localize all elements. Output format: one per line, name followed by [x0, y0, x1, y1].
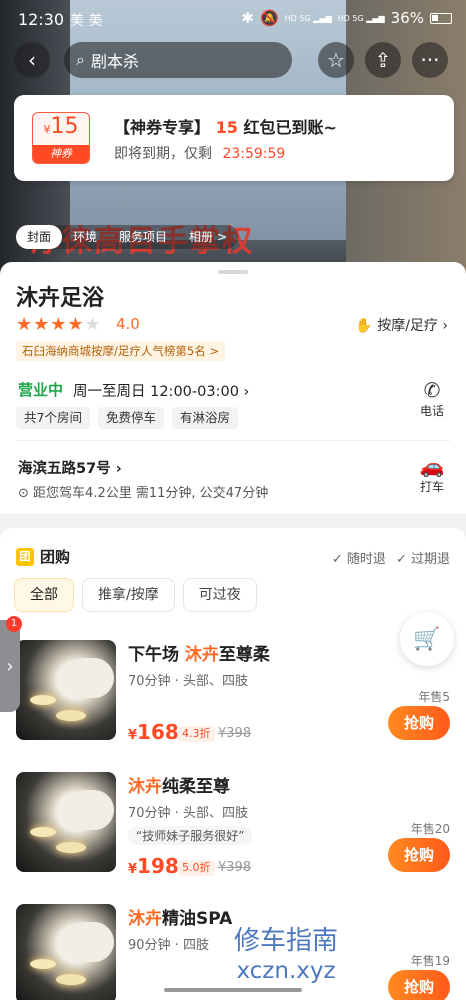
signal-icon-2: HD 5G ▂▄▆	[337, 13, 385, 23]
deal-thumbnail	[16, 772, 116, 872]
bluetooth-icon: ✱	[241, 9, 254, 27]
favorite-button[interactable]: ☆	[318, 42, 354, 78]
search-icon: ⌕	[76, 50, 85, 69]
chip-rooms: 共7个房间	[16, 407, 90, 429]
car-icon: 🚗	[419, 454, 445, 478]
notification-badge: 1	[6, 616, 22, 632]
anytime-refund: ✓ 随时退	[331, 552, 386, 567]
check-circle-icon: ✓	[331, 552, 343, 567]
coupon-card[interactable]: ¥15 神券 【神券专享】 15 红包已到账~ 即将到期，仅剩 23:59:59	[14, 95, 454, 181]
share-button[interactable]: ⇪	[365, 42, 401, 78]
facility-chips: 共7个房间 免费停车 有淋浴房	[16, 407, 238, 429]
chevron-left-icon: ‹	[28, 48, 36, 72]
rating-score: 4.0	[116, 315, 140, 333]
cart-button[interactable]: 🛒	[400, 612, 454, 666]
drag-handle[interactable]	[218, 270, 248, 274]
deal-original-price: ¥398	[218, 726, 252, 741]
guarantees: ✓ 随时退 ✓ 过期退	[332, 548, 450, 567]
cart-icon: 🛒	[413, 626, 441, 652]
business-hours[interactable]: 周一至周日 12:00-03:00 ›	[73, 380, 249, 401]
rank-badge[interactable]: 石臼海纳商城按摩/足疗人气榜第5名 >	[16, 341, 225, 361]
chip-shower: 有淋浴房	[171, 407, 238, 429]
filter-tabs: 全部 推拿/按摩 可过夜	[14, 578, 257, 612]
battery-percent: 36%	[390, 9, 424, 27]
media-tab-environment[interactable]: 环境	[62, 225, 108, 249]
media-tab-services[interactable]: 服务项目	[108, 225, 178, 249]
deal-name: 下午场 沐卉至尊柔	[128, 645, 270, 665]
deal-item[interactable]: 下午场 沐卉至尊柔 70分钟 · 头部、四肢 ¥168 4.3折 ¥398 年售…	[0, 640, 466, 780]
media-tab-cover[interactable]: 封面	[16, 225, 63, 249]
expiry-refund: ✓ 过期退	[395, 552, 450, 567]
chip-parking: 免费停车	[97, 407, 164, 429]
status-carrier: 美 美	[70, 13, 103, 29]
deal-discount: 4.3折	[178, 726, 215, 742]
deal-name: 沐卉纯柔至尊	[128, 777, 230, 797]
deal-price: ¥168	[128, 720, 179, 744]
buy-button[interactable]: 抢购	[388, 970, 450, 1000]
filter-overnight[interactable]: 可过夜	[182, 578, 257, 612]
share-icon: ⇪	[374, 48, 392, 72]
deal-spec: 70分钟 · 头部、四肢	[128, 674, 248, 689]
coupon-badge: ¥15 神券	[32, 112, 90, 164]
status-time: 12:30	[18, 10, 65, 29]
side-drawer-tab[interactable]: ›	[0, 620, 20, 712]
coupon-countdown: 23:59:59	[222, 146, 286, 162]
deal-spec: 90分钟 · 四肢	[128, 938, 209, 953]
check-circle-icon: ✓	[395, 552, 407, 567]
home-indicator[interactable]	[164, 988, 302, 992]
shop-name: 沐卉足浴	[16, 286, 105, 311]
group-buy-section: 团 团购 ✓ 随时退 ✓ 过期退 全部 推拿/按摩 可过夜 下午场 沐卉至尊柔 …	[0, 528, 466, 1000]
taxi-button[interactable]: 🚗 打车	[412, 454, 452, 495]
buy-button[interactable]: 抢购	[388, 838, 450, 872]
phone-icon: ✆	[423, 378, 441, 402]
group-tag-icon: 团	[16, 547, 34, 566]
coupon-title: 【神券专享】 15 红包已到账~	[114, 118, 337, 137]
hand-icon: ✋	[355, 318, 373, 334]
deal-original-price: ¥398	[218, 860, 252, 875]
battery-icon	[430, 12, 452, 24]
signal-icon: HD 5G ▂▄▆	[284, 13, 332, 23]
media-tabs: 封面 环境 服务项目 相册 >	[16, 225, 238, 249]
star-outline-icon: ☆	[327, 48, 345, 72]
shop-address[interactable]: 海滨五路57号 ›	[18, 457, 122, 478]
deal-item[interactable]: 沐卉纯柔至尊 70分钟 · 头部、四肢 “技师妹子服务很好” ¥198 5.0折…	[0, 772, 466, 912]
chevron-right-icon: ›	[6, 655, 14, 677]
shop-info-card: 沐卉足浴 ★★★★★ 4.0 ✋ 按摩/足疗 › 石臼海纳商城按摩/足疗人气榜第…	[0, 262, 466, 514]
shop-distance: ⊙ 距您驾车4.2公里 需11分钟, 公交47分钟	[18, 486, 269, 501]
filter-all[interactable]: 全部	[14, 578, 74, 612]
buy-button[interactable]: 抢购	[388, 706, 450, 740]
deal-price: ¥198	[128, 854, 179, 878]
media-tab-album[interactable]: 相册 >	[178, 225, 238, 249]
deal-review-quote: “技师妹子服务很好”	[128, 826, 253, 845]
filter-massage[interactable]: 推拿/按摩	[82, 578, 175, 612]
deal-thumbnail	[16, 640, 116, 740]
status-bar: 12:30 美 美 ✱ 🔕 HD 5G ▂▄▆ HD 5G ▂▄▆ 36%	[0, 0, 466, 40]
deal-discount: 5.0折	[178, 860, 215, 876]
deal-thumbnail	[16, 904, 116, 1000]
shop-category[interactable]: ✋ 按摩/足疗 ›	[355, 315, 448, 335]
phone-button[interactable]: ✆ 电话	[412, 378, 452, 419]
deal-name: 沐卉精油SPA	[128, 909, 233, 929]
deal-sold: 年售5	[418, 690, 450, 704]
back-button[interactable]: ‹	[14, 42, 50, 78]
open-status: 营业中	[18, 381, 64, 399]
more-dots-icon: ···	[420, 48, 440, 72]
mute-icon: 🔕	[259, 9, 279, 27]
deal-sold: 年售20	[410, 822, 450, 836]
deal-item[interactable]: 沐卉精油SPA 90分钟 · 四肢 年售19 抢购	[0, 904, 466, 1000]
more-button[interactable]: ···	[412, 42, 448, 78]
search-input[interactable]: ⌕ 剧本杀	[64, 42, 292, 78]
group-buy-title: 团 团购	[16, 546, 70, 567]
coupon-expiry: 即将到期，仅剩 23:59:59	[114, 146, 286, 162]
location-pin-icon: ⊙	[18, 486, 29, 501]
rating-stars: ★★★★★	[16, 314, 102, 335]
site-watermark: 修车指南 xczn.xyz	[234, 926, 339, 984]
deal-sold: 年售19	[410, 954, 450, 968]
deal-spec: 70分钟 · 头部、四肢	[128, 806, 248, 821]
